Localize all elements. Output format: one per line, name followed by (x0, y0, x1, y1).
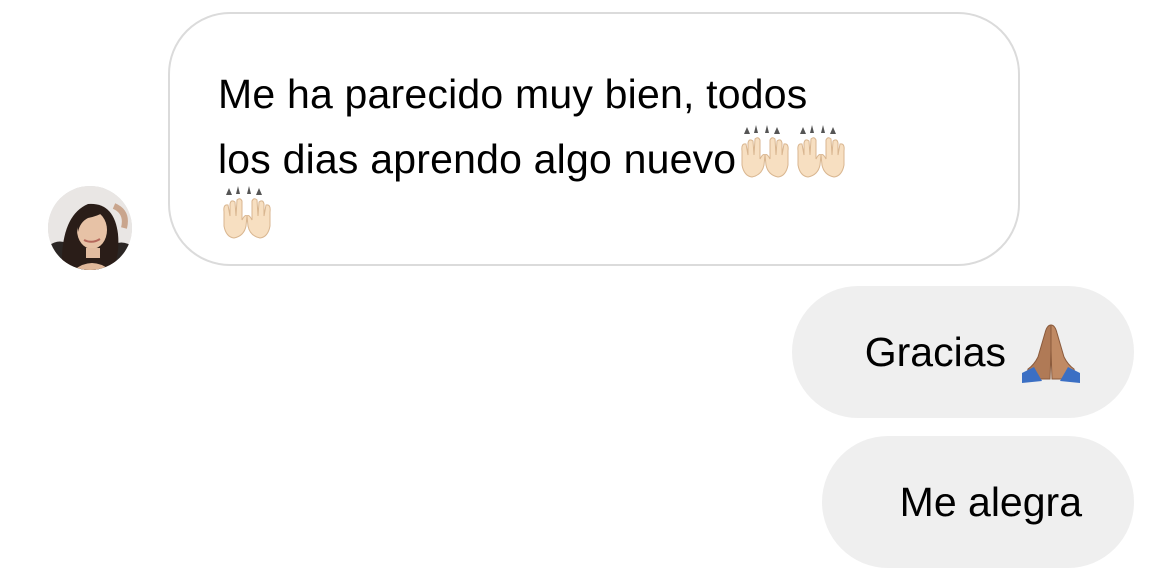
folded-hands-icon (1020, 321, 1082, 383)
emoji-row (218, 186, 978, 246)
raising-hands-icon (220, 186, 274, 240)
outgoing-message-bubble[interactable]: Me alegra (822, 436, 1134, 568)
raising-hands-icon (794, 125, 848, 179)
outgoing-message-text: Me alegra (899, 478, 1082, 525)
incoming-message-bubble[interactable]: Me ha parecido muy bien, todos los dias … (168, 12, 1020, 266)
avatar-photo (48, 186, 132, 270)
outgoing-message-text: Gracias (864, 328, 1006, 375)
chat-thread: Me ha parecido muy bien, todos los dias … (0, 0, 1170, 587)
incoming-message-text: Me ha parecido muy bien, todos los dias … (218, 71, 808, 182)
outgoing-message-bubble[interactable]: Gracias (792, 286, 1134, 418)
contact-avatar[interactable] (48, 186, 132, 270)
raising-hands-icon (738, 125, 792, 179)
